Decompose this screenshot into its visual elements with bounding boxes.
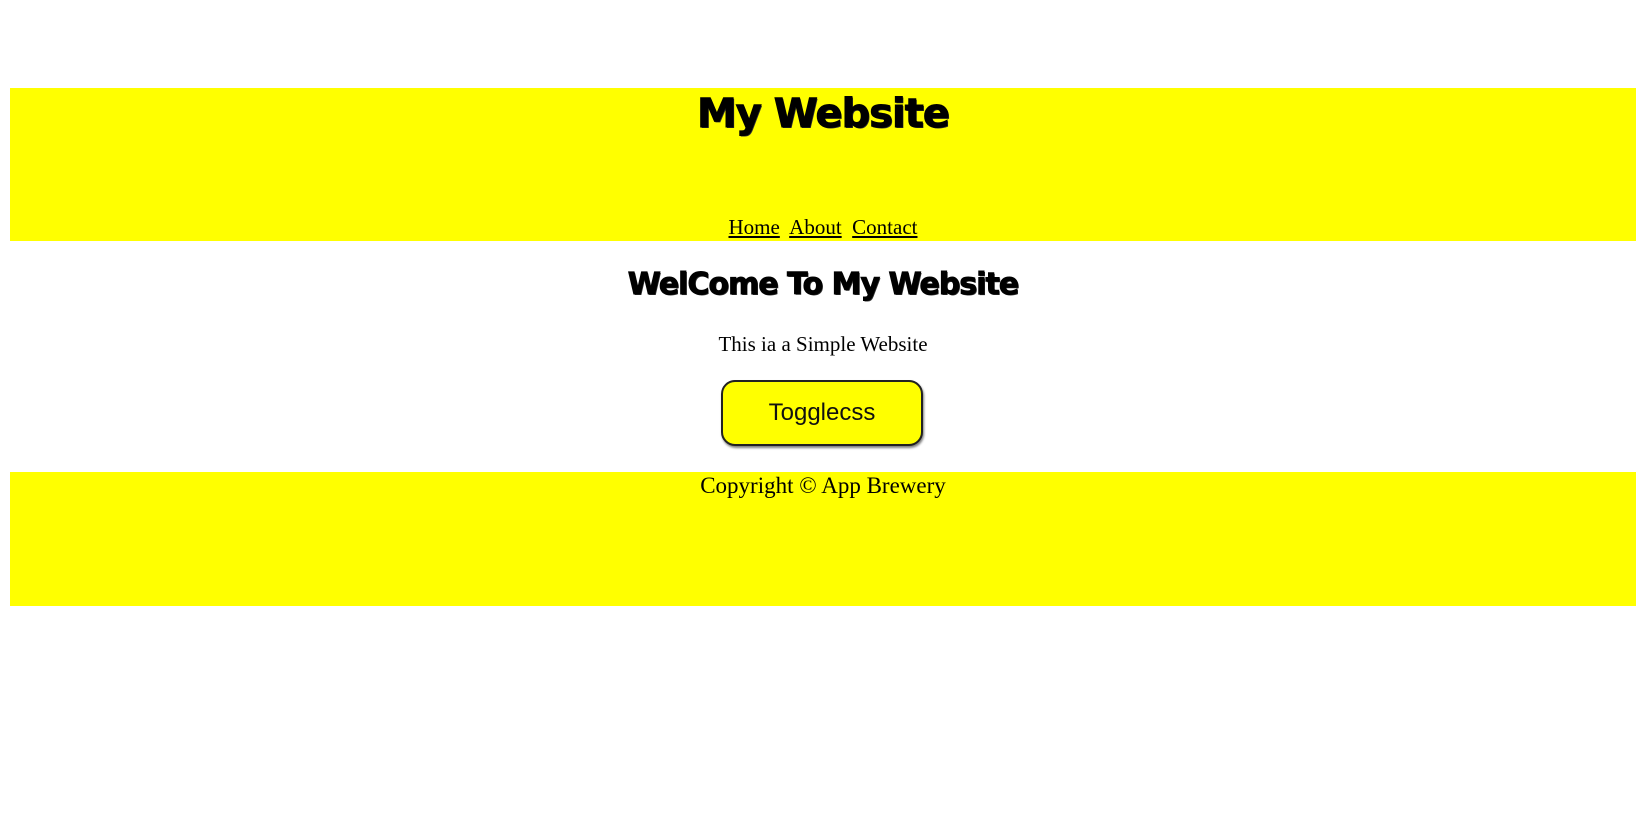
site-title: My Website xyxy=(696,91,950,138)
site-header: My Website Home About Contact xyxy=(10,88,1636,241)
copyright-text: Copyright © App Brewery xyxy=(700,473,946,498)
main-nav: Home About Contact xyxy=(10,214,1636,240)
intro-text: This ia a Simple Website xyxy=(718,332,928,356)
toggle-css-button[interactable]: Togglecss xyxy=(721,380,923,446)
nav-link-contact[interactable]: Contact xyxy=(852,215,917,239)
nav-link-about[interactable]: About xyxy=(789,215,842,239)
welcome-heading: WelCome To My Website xyxy=(627,267,1019,303)
site-footer: Copyright © App Brewery xyxy=(10,472,1636,606)
nav-link-home[interactable]: Home xyxy=(729,215,780,239)
